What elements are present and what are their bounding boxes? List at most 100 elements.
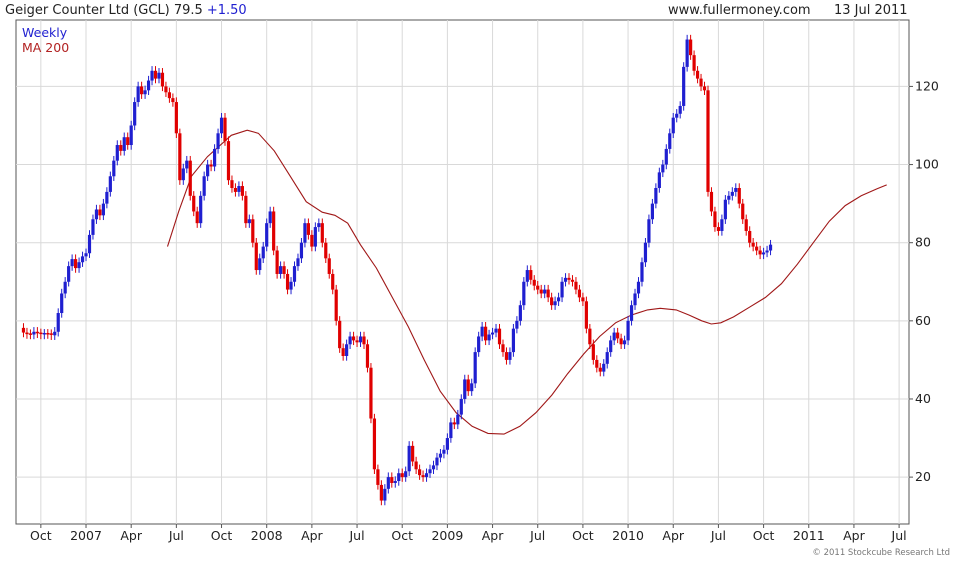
weekly-bar [567,277,571,280]
weekly-bar [84,253,88,257]
x-tick-label: 2008 [251,528,283,543]
weekly-bar [539,289,543,294]
weekly-bar [70,259,74,267]
weekly-bar [101,203,105,216]
weekly-bar [251,219,255,243]
weekly-bar [706,90,710,192]
weekly-bar [553,301,557,306]
weekly-bar [671,117,675,134]
legend-ma-200: MA 200 [22,40,69,55]
weekly-bar [713,211,717,228]
weekly-bar [195,211,199,224]
weekly-bar [758,250,762,255]
weekly-bar [306,223,311,235]
weekly-bar [275,250,279,274]
weekly-bar [254,242,258,271]
weekly-bar [244,195,248,224]
weekly-bar [720,219,724,231]
weekly-bar [633,293,637,306]
x-tick-label: Jul [348,528,364,543]
weekly-bar [570,279,575,282]
weekly-bar [456,414,460,425]
x-axis-labels: Oct 2007 Apr Jul Oct 2008 Apr Jul Oct 2009 Apr Jul O… [30,528,907,543]
weekly-bar [219,117,224,134]
weekly-bar [202,176,206,196]
weekly-bar [622,340,627,345]
weekly-bar [167,92,172,99]
weekly-bar [640,262,644,282]
weekly-bar [282,266,286,274]
weekly-bar [411,445,415,462]
weekly-bar [435,457,439,466]
weekly-bar [532,279,536,286]
weekly-bar [480,326,484,337]
weekly-bar [765,250,769,253]
weekly-bar [247,219,251,224]
weekly-bar [140,86,144,95]
weekly-bar [466,379,470,392]
weekly-bar [94,209,99,220]
weekly-bar [518,305,522,321]
x-tick-label: Apr [301,528,323,543]
weekly-bar [470,383,474,392]
weekly-bar [32,331,36,335]
weekly-bar [431,465,436,470]
weekly-bar [268,211,272,224]
weekly-bar [529,270,533,280]
weekly-bar [407,445,411,472]
weekly-bar [188,160,192,196]
weekly-bar [119,145,123,151]
weekly-bar [46,332,50,335]
weekly-bar [709,191,714,212]
plot-frame [15,19,910,525]
weekly-bar [212,148,217,167]
weekly-bar [178,133,182,181]
weekly-bar [279,266,283,274]
weekly-bar [678,105,682,114]
weekly-bar [53,331,57,336]
weekly-bar [105,191,109,204]
weekly-bar [56,313,60,332]
weekly-bar [452,422,456,425]
weekly-bar [473,352,477,384]
x-tick-label: Apr [662,528,684,543]
weekly-bar [737,188,741,204]
weekly-bar [77,262,81,269]
weekly-bar [609,340,613,353]
weekly-bar [230,180,234,188]
weekly-bar [508,352,512,360]
weekly-bar [355,340,359,343]
weekly-bar [727,195,731,200]
weekly-bar [619,338,623,345]
weekly-bar [421,475,425,478]
weekly-bar [591,344,595,360]
weekly-bar [588,328,592,345]
weekly-bar [546,289,550,298]
weekly-bar [285,273,290,290]
weekly-bar [73,259,78,269]
weekly-bar [487,334,491,341]
weekly-bar [379,484,383,501]
weekly-bar [702,86,707,91]
y-tick-label: 60 [915,313,931,328]
weekly-bar [494,328,498,333]
weekly-bar [226,141,231,181]
weekly-bar [129,125,133,146]
weekly-bar [501,344,505,353]
weekly-bar [723,199,727,220]
weekly-bar [393,481,397,483]
weekly-bar [216,133,220,149]
chart-container: Geiger Counter Ltd (GCL) 79.5 +1.50 www.f… [0,0,960,560]
x-tick-label: Oct [753,528,775,543]
weekly-bar [417,469,422,476]
weekly-bar [143,90,147,95]
weekly-bar [682,66,686,106]
weekly-bar [563,277,568,282]
x-tick-label: Oct [391,528,413,543]
y-tick-label: 120 [915,78,939,93]
source-site: www.fullermoney.com [668,3,811,18]
weekly-bar [42,332,46,335]
weekly-bar [348,336,352,345]
x-tick-label: Apr [120,528,142,543]
weekly-bar [442,449,446,454]
